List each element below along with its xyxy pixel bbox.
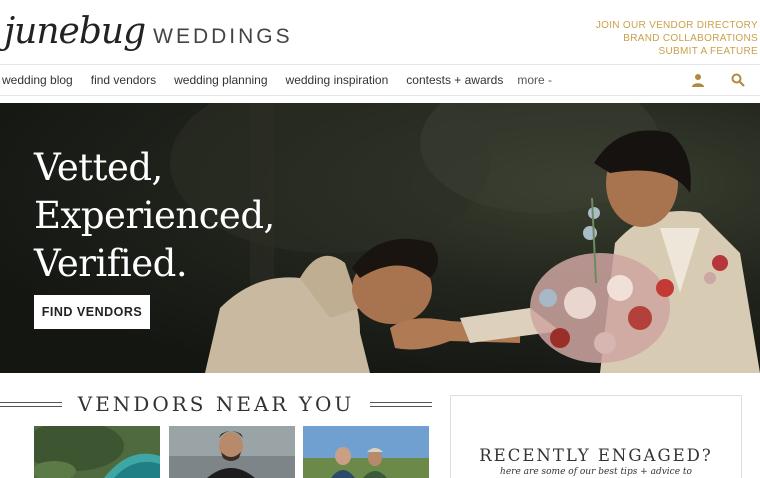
site-header: junebug WEDDINGS JOIN OUR VENDOR DIRECTO…: [0, 0, 760, 64]
nav-icons: [690, 72, 746, 88]
logo-text: WEDDINGS: [153, 25, 293, 48]
main-nav: wedding blog find vendors wedding planni…: [0, 64, 760, 96]
top-links: JOIN OUR VENDOR DIRECTORY BRAND COLLABOR…: [596, 19, 758, 58]
nav-find-vendors[interactable]: find vendors: [91, 73, 156, 87]
heading-rule-right: [370, 401, 433, 407]
recently-engaged-title: RECENTLY ENGAGED?: [479, 446, 713, 465]
find-vendors-button[interactable]: FIND VENDORS: [34, 295, 150, 329]
logo-script: junebug: [4, 11, 146, 52]
nav-wedding-inspiration[interactable]: wedding inspiration: [286, 73, 389, 87]
vendor-thumbnail[interactable]: [34, 426, 160, 478]
vendors-heading-row: VENDORS NEAR YOU: [0, 392, 433, 416]
nav-more[interactable]: more -: [517, 73, 552, 87]
vendors-near-you-heading: VENDORS NEAR YOU: [77, 392, 355, 416]
hero-title-line: Vetted,: [34, 146, 163, 189]
nav-wedding-planning[interactable]: wedding planning: [174, 73, 267, 87]
submit-feature-link[interactable]: SUBMIT A FEATURE: [596, 45, 758, 58]
nav-contests-awards[interactable]: contests + awards: [406, 73, 503, 87]
hero-title: Vetted, Experienced, Verified.: [34, 144, 275, 288]
user-icon[interactable]: [690, 72, 706, 88]
nav-wedding-blog[interactable]: wedding blog: [2, 73, 73, 87]
join-vendor-directory-link[interactable]: JOIN OUR VENDOR DIRECTORY: [596, 19, 758, 32]
hero-title-line: Experienced,: [34, 194, 275, 237]
site-logo[interactable]: junebug WEDDINGS: [4, 14, 293, 50]
recently-engaged-card[interactable]: RECENTLY ENGAGED? here are some of our b…: [450, 395, 742, 478]
hero-banner: Vetted, Experienced, Verified. FIND VEND…: [0, 103, 760, 373]
search-icon[interactable]: [730, 72, 746, 88]
vendor-photo-coast: [34, 426, 160, 478]
vendor-thumbnail[interactable]: [169, 426, 295, 478]
hero-title-line: Verified.: [34, 242, 188, 285]
heading-rule-left: [0, 401, 62, 407]
brand-collaborations-link[interactable]: BRAND COLLABORATIONS: [596, 32, 758, 45]
vendor-photo-couple: [303, 426, 429, 478]
vendor-thumbnail[interactable]: [303, 426, 429, 478]
vendor-photo-portrait: [169, 426, 295, 478]
recently-engaged-subtitle: here are some of our best tips + advice …: [500, 467, 692, 477]
